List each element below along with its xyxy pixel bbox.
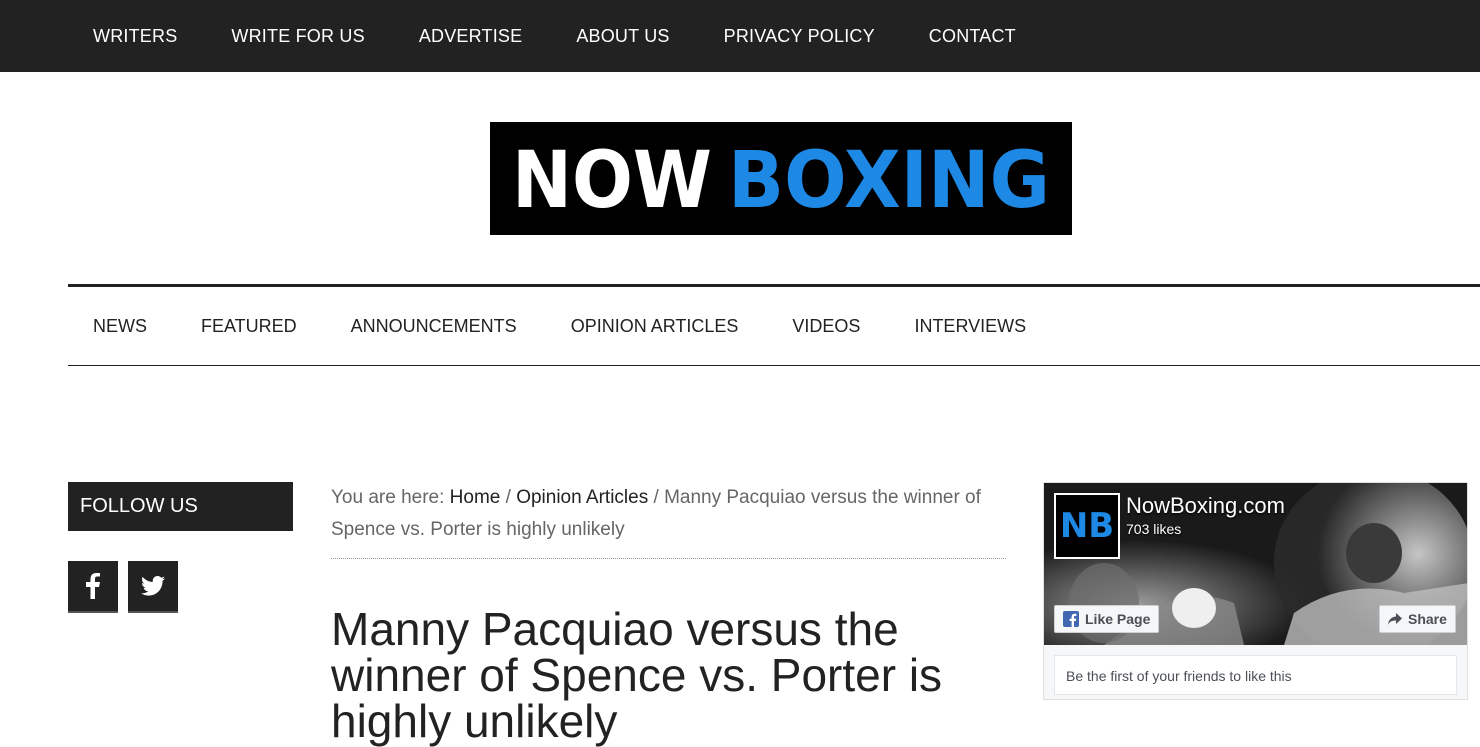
twitter-icon — [141, 576, 165, 596]
main-nav-videos[interactable]: VIDEOS — [792, 316, 860, 337]
main-nav-news[interactable]: NEWS — [93, 316, 147, 337]
breadcrumb-prefix: You are here: — [331, 487, 450, 508]
facebook-like-count: 703 likes — [1126, 521, 1182, 537]
breadcrumb-home-link[interactable]: Home — [450, 487, 501, 508]
main-nav: NEWS FEATURED ANNOUNCEMENTS OPINION ARTI… — [68, 284, 1480, 366]
share-button[interactable]: Share — [1379, 605, 1456, 633]
main-nav-interviews[interactable]: INTERVIEWS — [914, 316, 1026, 337]
facebook-cover-image[interactable]: NB NowBoxing.com 703 likes Like Page Sha… — [1044, 483, 1467, 645]
like-page-button[interactable]: Like Page — [1054, 605, 1160, 633]
like-page-label: Like Page — [1085, 611, 1151, 627]
top-nav-write-for-us[interactable]: WRITE FOR US — [231, 26, 364, 47]
main-nav-featured[interactable]: FEATURED — [201, 316, 297, 337]
main-nav-list: NEWS FEATURED ANNOUNCEMENTS OPINION ARTI… — [93, 287, 1080, 366]
top-bar: WRITERS WRITE FOR US ADVERTISE ABOUT US … — [0, 0, 1480, 72]
friends-like-text: Be the first of your friends to like thi… — [1054, 655, 1457, 695]
logo-graphic: NOW BOXING — [512, 136, 1050, 226]
main-nav-announcements[interactable]: ANNOUNCEMENTS — [351, 316, 517, 337]
share-label: Share — [1408, 611, 1447, 627]
facebook-page-name[interactable]: NowBoxing.com — [1126, 493, 1285, 519]
top-nav: WRITERS WRITE FOR US ADVERTISE ABOUT US … — [93, 0, 1070, 72]
breadcrumb-category-link[interactable]: Opinion Articles — [516, 487, 648, 508]
follow-us-heading: FOLLOW US — [68, 482, 293, 531]
top-nav-contact[interactable]: CONTACT — [929, 26, 1016, 47]
site-logo[interactable]: NOW BOXING — [490, 122, 1072, 235]
facebook-icon — [86, 573, 100, 599]
share-arrow-icon — [1388, 613, 1402, 625]
breadcrumb: You are here: Home / Opinion Articles / … — [331, 482, 1006, 559]
top-nav-advertise[interactable]: ADVERTISE — [419, 26, 523, 47]
twitter-button[interactable] — [128, 561, 178, 611]
facebook-page-widget: NB NowBoxing.com 703 likes Like Page Sha… — [1043, 482, 1468, 700]
logo-word-boxing: BOXING — [728, 136, 1050, 226]
breadcrumb-separator: / — [500, 487, 517, 508]
top-nav-writers[interactable]: WRITERS — [93, 26, 177, 47]
logo-word-now: NOW — [512, 136, 712, 226]
page-avatar-initials: NB — [1059, 506, 1115, 546]
breadcrumb-separator: / — [648, 487, 665, 508]
page-avatar[interactable]: NB — [1054, 493, 1120, 559]
facebook-logo-icon — [1063, 611, 1079, 627]
facebook-button[interactable] — [68, 561, 118, 611]
top-nav-about-us[interactable]: ABOUT US — [576, 26, 669, 47]
article-title: Manny Pacquiao versus the winner of Spen… — [331, 603, 943, 747]
main-nav-opinion-articles[interactable]: OPINION ARTICLES — [571, 316, 739, 337]
top-nav-privacy-policy[interactable]: PRIVACY POLICY — [724, 26, 875, 47]
